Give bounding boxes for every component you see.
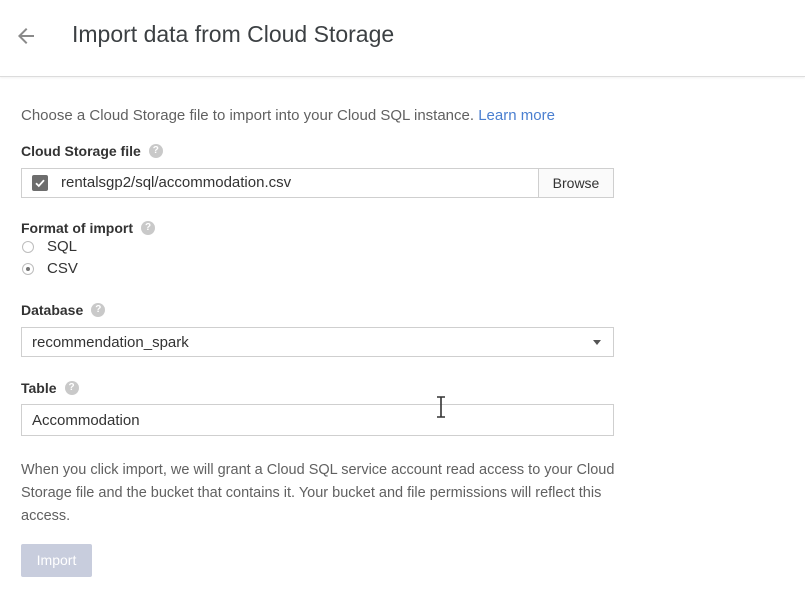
radio-sql[interactable]: SQL — [22, 238, 77, 256]
table-input[interactable]: Accommodation — [21, 404, 614, 436]
cloud-storage-file-field[interactable]: rentalsgp2/sql/accommodation.csv Browse — [21, 168, 614, 198]
intro-text: Choose a Cloud Storage file to import in… — [21, 106, 555, 126]
table-input-value: Accommodation — [32, 412, 140, 429]
database-label-text: Database — [21, 302, 84, 318]
help-icon[interactable]: ? — [148, 144, 163, 158]
radio-button-csv[interactable] — [22, 263, 34, 275]
dropdown-arrow-icon — [593, 340, 601, 345]
text-cursor-icon — [437, 396, 445, 418]
header: Import data from Cloud Storage — [0, 0, 805, 77]
intro-description: Choose a Cloud Storage file to import in… — [21, 107, 475, 124]
page-title: Import data from Cloud Storage — [72, 21, 395, 47]
radio-button-sql[interactable] — [22, 241, 34, 253]
help-icon[interactable]: ? — [64, 381, 79, 395]
format-label: Format of import ? — [21, 219, 155, 237]
database-select[interactable]: recommendation_spark — [21, 327, 614, 357]
learn-more-link[interactable]: Learn more — [478, 107, 555, 124]
back-button[interactable] — [10, 20, 42, 52]
cloud-storage-file-label: Cloud Storage file ? — [21, 142, 163, 160]
permissions-note: When you click import, we will grant a C… — [21, 462, 615, 524]
file-path: rentalsgp2/sql/accommodation.csv — [61, 174, 292, 191]
browse-button[interactable]: Browse — [538, 169, 613, 197]
radio-label-sql: SQL — [47, 238, 78, 255]
database-label: Database ? — [21, 301, 106, 319]
cloud-storage-file-label-text: Cloud Storage file — [21, 143, 141, 159]
radio-label-csv: CSV — [47, 260, 78, 277]
database-select-value: recommendation_spark — [32, 334, 189, 351]
import-page: Import data from Cloud Storage Choose a … — [0, 0, 805, 607]
table-label: Table ? — [21, 379, 79, 397]
arrow-back-icon — [18, 28, 34, 44]
format-label-text: Format of import — [21, 220, 133, 236]
radio-csv[interactable]: CSV — [22, 260, 78, 278]
table-label-text: Table — [21, 380, 57, 396]
help-icon[interactable]: ? — [141, 221, 155, 235]
import-button[interactable]: Import — [21, 544, 92, 577]
file-check-icon — [32, 175, 48, 191]
help-icon[interactable]: ? — [91, 303, 106, 317]
